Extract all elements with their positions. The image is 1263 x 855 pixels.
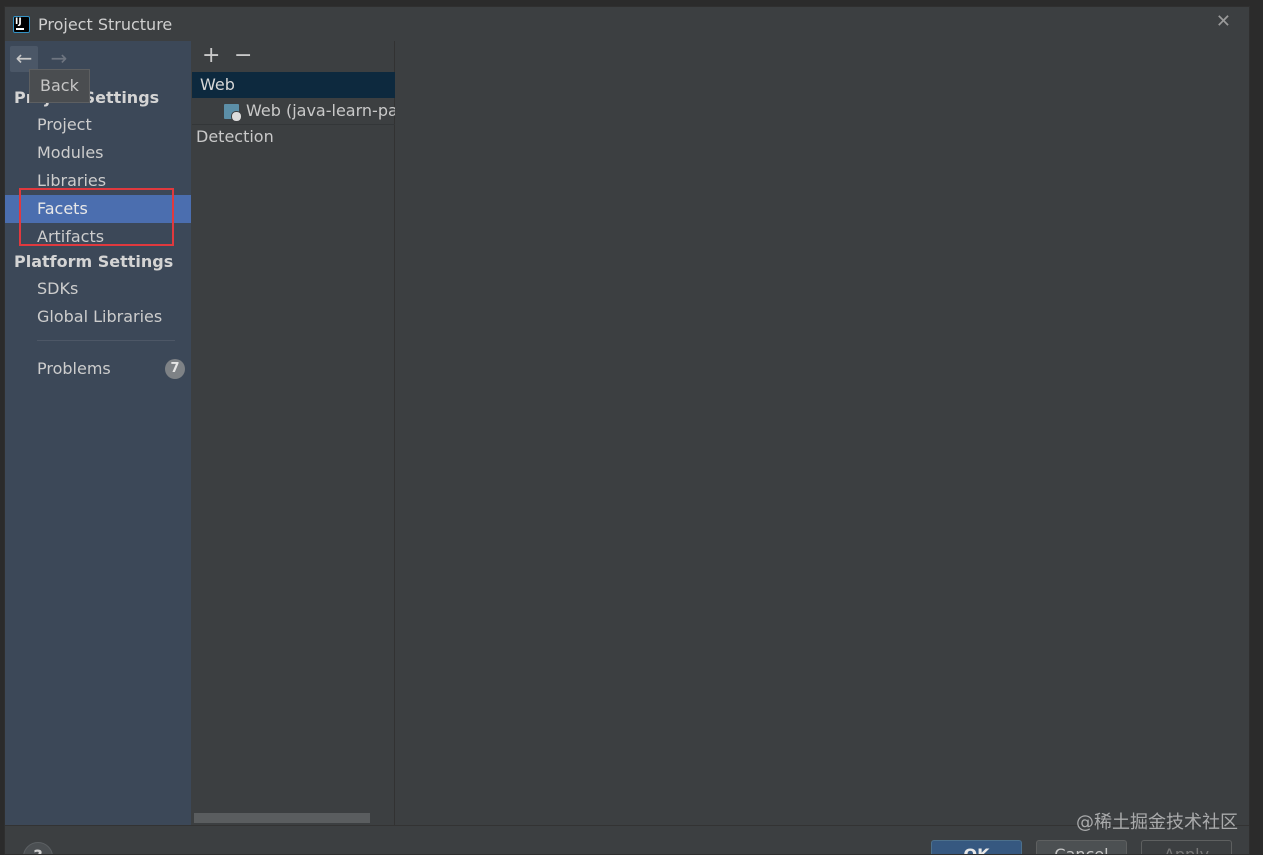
sidebar-item-modules[interactable]: Modules bbox=[5, 139, 191, 167]
sidebar-item-problems[interactable]: Problems 7 bbox=[5, 355, 191, 383]
ok-button[interactable]: OK bbox=[931, 840, 1022, 854]
back-tooltip: Back bbox=[29, 69, 90, 103]
close-icon[interactable]: ✕ bbox=[1216, 11, 1231, 32]
facets-tree-panel: + − Web Web (java-learn-par Detection bbox=[192, 41, 395, 825]
window-title: Project Structure bbox=[38, 15, 173, 34]
red-highlight-box bbox=[19, 188, 174, 246]
intellij-app-icon: IJ bbox=[13, 16, 30, 33]
help-button[interactable]: ? bbox=[23, 842, 53, 854]
sidebar-item-sdks[interactable]: SDKs bbox=[5, 275, 191, 303]
tree-node-detection[interactable]: Detection bbox=[196, 127, 274, 146]
problems-count-badge: 7 bbox=[165, 359, 185, 379]
sidebar-item-project[interactable]: Project bbox=[5, 111, 191, 139]
dialog-footer: ? OK Cancel Apply bbox=[5, 825, 1249, 854]
project-structure-dialog: IJ Project Structure ✕ ← → Back Project … bbox=[4, 6, 1250, 855]
add-icon[interactable]: + bbox=[202, 43, 220, 68]
remove-icon[interactable]: − bbox=[234, 43, 252, 68]
tree-node-web-facet[interactable]: Web (java-learn-par bbox=[192, 98, 395, 124]
title-bar: IJ Project Structure ✕ bbox=[5, 7, 1249, 41]
tree-divider bbox=[192, 124, 395, 125]
problems-label: Problems bbox=[37, 359, 111, 378]
tree-toolbar: + − bbox=[192, 41, 394, 71]
settings-sidebar: ← → Back Project Settings Project Module… bbox=[5, 41, 191, 825]
cancel-button[interactable]: Cancel bbox=[1036, 840, 1127, 854]
details-panel bbox=[396, 41, 1249, 825]
tree-node-web-group[interactable]: Web bbox=[192, 72, 395, 98]
sidebar-separator bbox=[37, 340, 175, 341]
horizontal-scrollbar[interactable] bbox=[194, 813, 370, 823]
web-facet-icon bbox=[224, 104, 242, 122]
apply-button[interactable]: Apply bbox=[1141, 840, 1232, 854]
web-facet-label: Web (java-learn-par bbox=[246, 101, 395, 120]
watermark-text: @稀土掘金技术社区 bbox=[1076, 812, 1238, 833]
platform-settings-heading: Platform Settings bbox=[14, 252, 174, 271]
sidebar-item-global-libraries[interactable]: Global Libraries bbox=[5, 303, 191, 331]
